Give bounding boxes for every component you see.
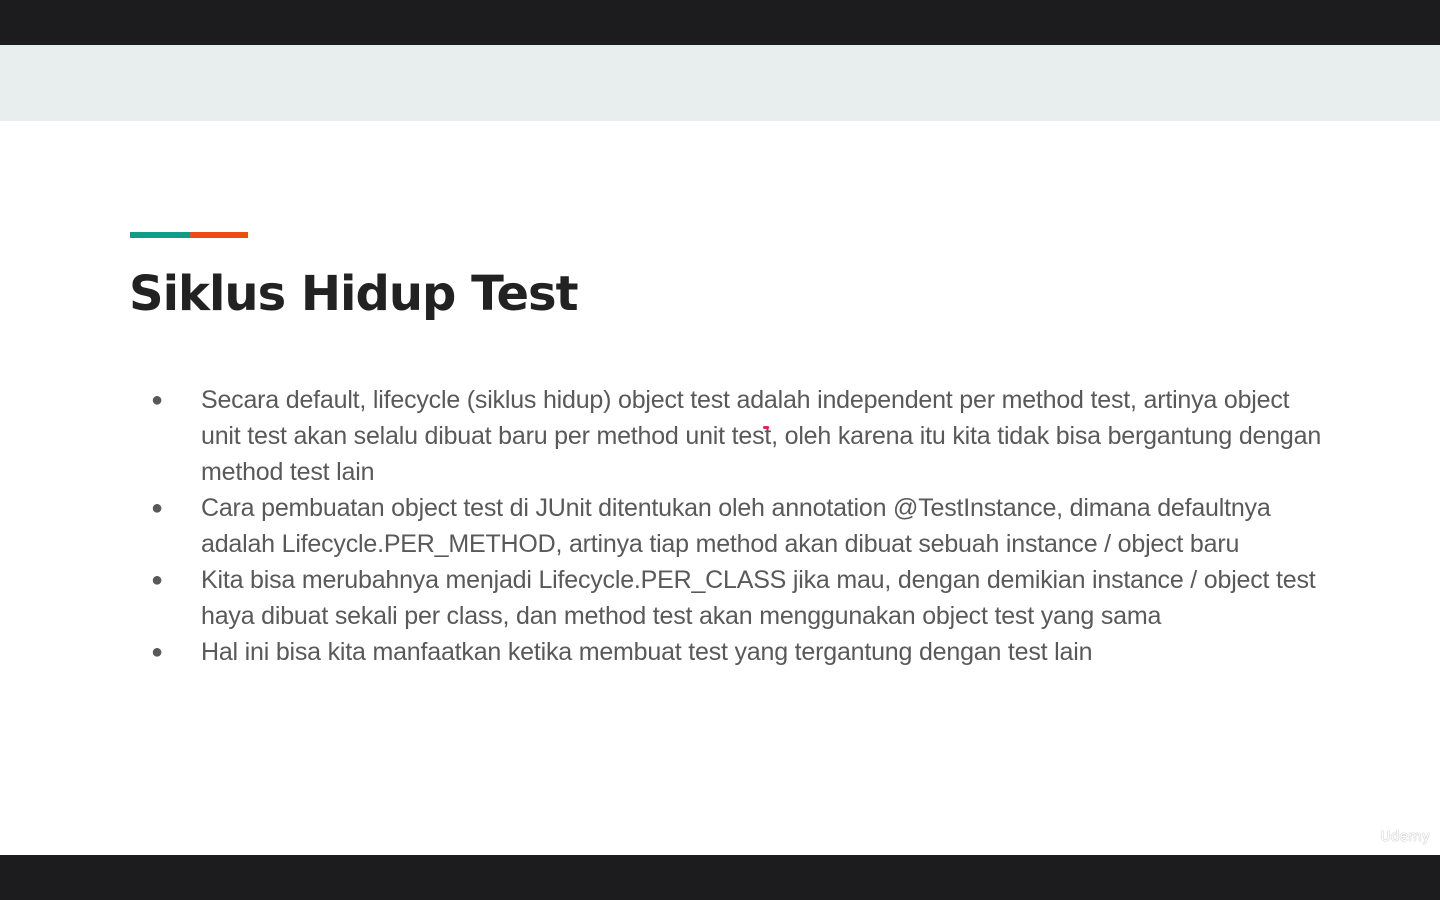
bullet-text: Cara pembuatan object test di JUnit dite… (201, 494, 1271, 558)
bullet-item: ● Hal ini bisa kita manfaatkan ketika me… (150, 634, 1330, 670)
bullet-text: Kita bisa merubahnya menjadi Lifecycle.P… (201, 566, 1316, 630)
title-accent-line (130, 232, 248, 238)
presentation-slide: Siklus Hidup Test ● Secara default, life… (0, 45, 1440, 855)
video-letterbox-top (0, 0, 1440, 45)
bullet-item: ● Cara pembuatan object test di JUnit di… (150, 490, 1330, 562)
bullet-dot-icon: ● (151, 569, 163, 591)
bullet-dot-icon: ● (151, 641, 163, 663)
accent-orange-segment (190, 232, 248, 238)
bullet-dot-icon: ● (151, 497, 163, 519)
bullet-dot-icon: ● (151, 389, 163, 411)
bullet-item: ● Secara default, lifecycle (siklus hidu… (150, 382, 1330, 490)
video-letterbox-bottom (0, 855, 1440, 900)
accent-teal-segment (130, 232, 190, 238)
pointer-cursor-icon (763, 426, 769, 429)
bullet-list: ● Secara default, lifecycle (siklus hidu… (150, 382, 1330, 670)
bullet-text: Secara default, lifecycle (siklus hidup)… (201, 386, 1322, 486)
udemy-watermark: Udemy (1380, 829, 1430, 845)
slide-header-band (0, 45, 1440, 121)
slide-title: Siklus Hidup Test (129, 266, 579, 322)
bullet-item: ● Kita bisa merubahnya menjadi Lifecycle… (150, 562, 1330, 634)
bullet-text: Hal ini bisa kita manfaatkan ketika memb… (201, 638, 1093, 666)
